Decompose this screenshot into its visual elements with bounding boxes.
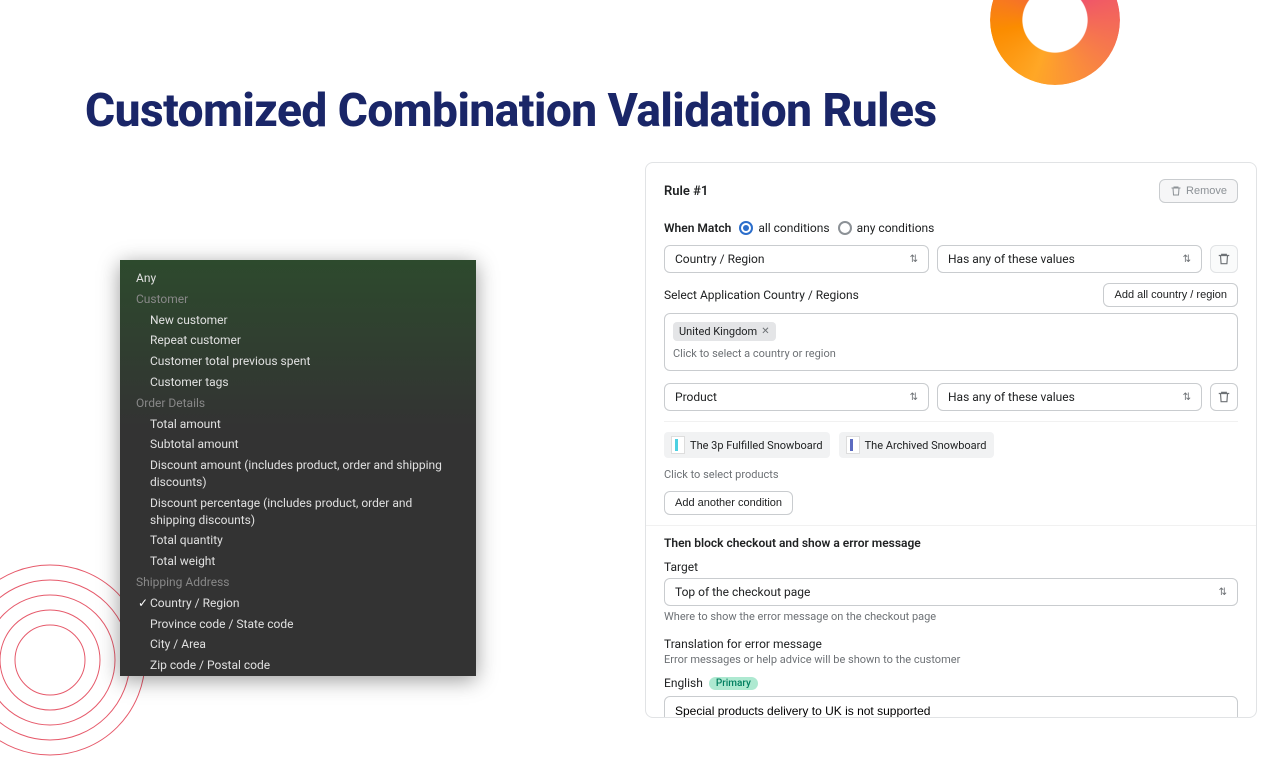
- field-dropdown-menu[interactable]: Any Customer New customer Repeat custome…: [120, 260, 476, 676]
- product-chip-label: The Archived Snowboard: [865, 439, 987, 452]
- block-message-header: Then block checkout and show a error mes…: [664, 536, 1238, 550]
- product-chip[interactable]: The 3p Fulfilled Snowboard: [664, 432, 830, 458]
- country-chip[interactable]: United Kingdom ✕: [673, 322, 776, 341]
- product-placeholder: Click to select products: [664, 468, 1238, 481]
- trash-icon: [1217, 390, 1231, 404]
- dropdown-item[interactable]: Customer total previous spent: [120, 351, 476, 372]
- dropdown-item-any[interactable]: Any: [120, 268, 476, 289]
- dropdown-category-order: Order Details: [120, 393, 476, 414]
- divider: [646, 525, 1256, 526]
- primary-badge: Primary: [709, 677, 758, 690]
- condition-field-select[interactable]: Product ⇅: [664, 383, 929, 411]
- error-message-input[interactable]: [664, 696, 1238, 718]
- radio-label: any conditions: [857, 221, 935, 235]
- condition-op-select[interactable]: Has any of these values ⇅: [937, 245, 1202, 273]
- target-select[interactable]: Top of the checkout page ⇅: [664, 578, 1238, 606]
- country-placeholder: Click to select a country or region: [671, 343, 1231, 364]
- chevron-icon: ⇅: [910, 254, 918, 265]
- radio-dot-icon: [739, 221, 753, 235]
- radio-dot-icon: [838, 221, 852, 235]
- dropdown-category-customer: Customer: [120, 289, 476, 310]
- trash-icon: [1170, 185, 1182, 197]
- dropdown-item[interactable]: Total weight: [120, 551, 476, 572]
- dropdown-item[interactable]: City / Area: [120, 634, 476, 655]
- select-value: Country / Region: [675, 252, 764, 266]
- product-thumb-icon: [846, 436, 860, 454]
- radio-label: all conditions: [758, 221, 829, 235]
- dropdown-item-selected[interactable]: Country / Region: [120, 593, 476, 614]
- delete-condition-button[interactable]: [1210, 245, 1238, 273]
- product-chip[interactable]: The Archived Snowboard: [839, 432, 994, 458]
- rule-panel: Rule #1 Remove When Match all conditions…: [645, 162, 1257, 718]
- remove-rule-button[interactable]: Remove: [1159, 179, 1238, 203]
- select-value: Product: [675, 390, 717, 404]
- remove-label: Remove: [1186, 185, 1227, 197]
- dropdown-item[interactable]: Repeat customer: [120, 330, 476, 351]
- dropdown-item[interactable]: Discount amount (includes product, order…: [120, 455, 476, 493]
- condition-field-select[interactable]: Country / Region ⇅: [664, 245, 929, 273]
- chip-label: United Kingdom: [679, 325, 757, 338]
- country-chip-input[interactable]: United Kingdom ✕ Click to select a count…: [664, 313, 1238, 371]
- dropdown-item[interactable]: Total quantity: [120, 530, 476, 551]
- select-value: Top of the checkout page: [675, 585, 810, 599]
- select-value: Has any of these values: [948, 390, 1075, 404]
- dropdown-item[interactable]: Province code / State code: [120, 614, 476, 635]
- select-value: Has any of these values: [948, 252, 1075, 266]
- dropdown-item[interactable]: Discount percentage (includes product, o…: [120, 493, 476, 531]
- rule-title: Rule #1: [664, 184, 708, 199]
- radio-any-conditions[interactable]: any conditions: [838, 221, 935, 235]
- select-countries-label: Select Application Country / Regions: [664, 288, 859, 302]
- delete-condition-button[interactable]: [1210, 383, 1238, 411]
- chevron-icon: ⇅: [1183, 392, 1191, 403]
- target-label: Target: [664, 560, 1238, 574]
- dropdown-item[interactable]: Customer tags: [120, 372, 476, 393]
- remove-chip-icon[interactable]: ✕: [761, 326, 769, 337]
- condition-op-select[interactable]: Has any of these values ⇅: [937, 383, 1202, 411]
- trash-icon: [1217, 252, 1231, 266]
- chevron-icon: ⇅: [910, 392, 918, 403]
- language-english: English: [664, 676, 703, 690]
- products-area[interactable]: The 3p Fulfilled Snowboard The Archived …: [664, 421, 1238, 481]
- product-thumb-icon: [671, 436, 685, 454]
- dropdown-item[interactable]: Total amount: [120, 414, 476, 435]
- target-help: Where to show the error message on the c…: [664, 610, 1238, 623]
- dropdown-item[interactable]: Subtotal amount: [120, 434, 476, 455]
- chevron-icon: ⇅: [1219, 587, 1227, 598]
- add-condition-button[interactable]: Add another condition: [664, 491, 793, 515]
- radio-all-conditions[interactable]: all conditions: [739, 221, 829, 235]
- chevron-icon: ⇅: [1183, 254, 1191, 265]
- dropdown-category-shipping: Shipping Address: [120, 572, 476, 593]
- dropdown-item[interactable]: Zip code / Postal code: [120, 655, 476, 676]
- add-all-countries-button[interactable]: Add all country / region: [1103, 283, 1238, 307]
- product-chip-label: The 3p Fulfilled Snowboard: [690, 439, 823, 452]
- page-headline: Customized Combination Validation Rules: [85, 85, 937, 138]
- decorative-gradient-ring: [990, 0, 1120, 85]
- dropdown-item[interactable]: New customer: [120, 310, 476, 331]
- translation-help: Error messages or help advice will be sh…: [664, 653, 1238, 666]
- translation-label: Translation for error message: [664, 637, 1238, 651]
- when-match-label: When Match: [664, 221, 731, 235]
